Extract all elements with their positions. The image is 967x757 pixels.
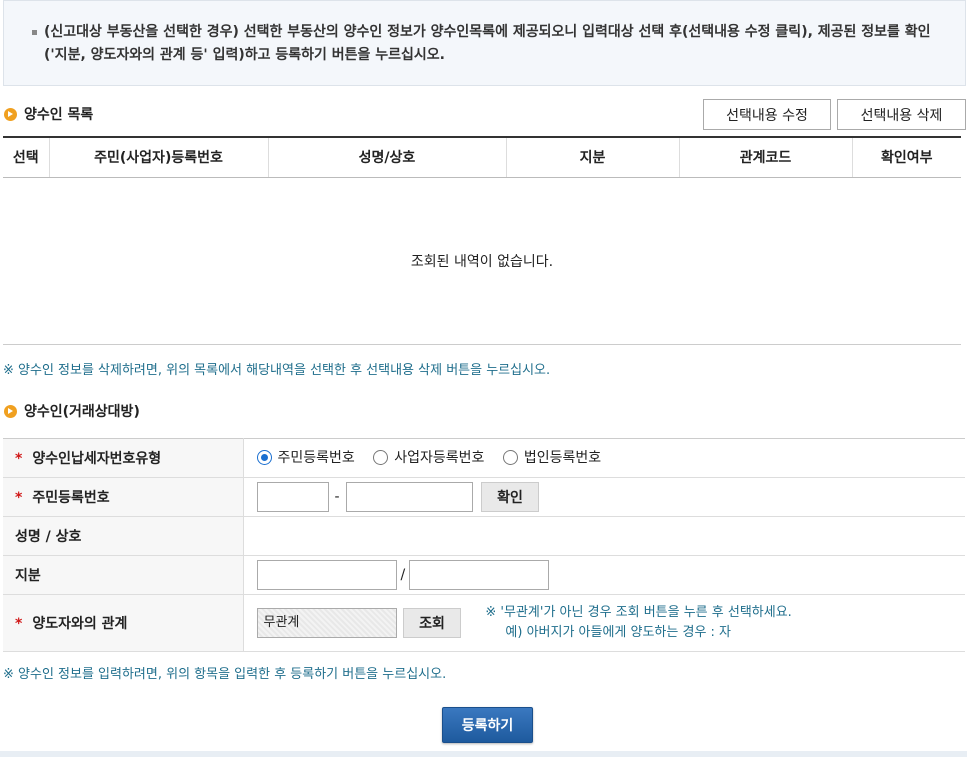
arrow-circle-icon bbox=[4, 404, 17, 418]
slash-separator: / bbox=[400, 567, 406, 583]
notice-text: (신고대상 부동산을 선택한 경우) 선택한 부동산의 양수인 정보가 양수인목… bbox=[44, 24, 931, 63]
input-note: ※ 양수인 정보를 입력하려면, 위의 항목을 입력한 후 등록하기 버튼을 누… bbox=[3, 667, 447, 682]
bullet-icon bbox=[32, 30, 37, 35]
col-confirmed: 확인여부 bbox=[851, 137, 961, 178]
relation-hint: ※ '무관계'가 아닌 경우 조회 버튼을 누른 후 선택하세요. 예) 아버지… bbox=[485, 605, 792, 640]
form-title: 양수인(거래상대방) bbox=[24, 404, 140, 420]
transferee-list-table: 선택 주민(사업자)등록번호 성명/상호 지분 관계코드 확인여부 bbox=[3, 136, 961, 178]
notice-box: (신고대상 부동산을 선택한 경우) 선택한 부동산의 양수인 정보가 양수인목… bbox=[3, 0, 966, 86]
col-share: 지분 bbox=[505, 137, 679, 178]
delete-note: ※ 양수인 정보를 삭제하려면, 위의 목록에서 해당내역을 선택한 후 선택내… bbox=[3, 363, 551, 378]
radio-unchecked-icon[interactable] bbox=[502, 449, 518, 465]
row-taxpayer-type: * 양수인납세자번호유형 주민등록번호 사업자등록번호 법인등록번호 bbox=[3, 438, 965, 478]
radio-unchecked-icon[interactable] bbox=[373, 449, 389, 465]
required-mark: * bbox=[15, 490, 23, 506]
name-value bbox=[243, 516, 965, 556]
row-name: 성명 / 상호 bbox=[3, 516, 965, 556]
radio-corporation[interactable]: 법인등록번호 bbox=[502, 447, 601, 467]
row-share: 지분 / bbox=[3, 555, 965, 595]
required-mark: * bbox=[15, 451, 23, 467]
row-relation: * 양도자와의 관계 무관계 조회 ※ '무관계'가 아닌 경우 조회 버튼을 누… bbox=[3, 594, 965, 652]
transferee-form: * 양수인납세자번호유형 주민등록번호 사업자등록번호 법인등록번호 * 주민등록번… bbox=[3, 438, 965, 652]
share-label: 지분 bbox=[15, 568, 41, 584]
list-section-title: 양수인 목록 bbox=[4, 104, 93, 124]
register-button[interactable]: 등록하기 bbox=[442, 707, 533, 743]
radio-business[interactable]: 사업자등록번호 bbox=[373, 447, 484, 467]
resident-no-front-input[interactable] bbox=[256, 482, 329, 512]
confirm-button[interactable]: 확인 bbox=[481, 482, 540, 512]
name-label: 성명 / 상호 bbox=[15, 529, 82, 545]
col-name: 성명/상호 bbox=[267, 137, 506, 178]
bottom-bar bbox=[0, 751, 967, 757]
radio-checked-icon[interactable] bbox=[256, 449, 272, 465]
hyphen-separator: - bbox=[334, 489, 340, 505]
resident-no-back-input[interactable] bbox=[345, 482, 473, 512]
lookup-button[interactable]: 조회 bbox=[402, 608, 461, 638]
relation-label: 양도자와의 관계 bbox=[32, 616, 128, 632]
row-resident-no: * 주민등록번호 - 확인 bbox=[3, 477, 965, 517]
table-header-row: 선택 주민(사업자)등록번호 성명/상호 지분 관계코드 확인여부 bbox=[3, 137, 961, 178]
arrow-circle-icon bbox=[4, 107, 17, 121]
col-select: 선택 bbox=[3, 137, 49, 178]
resident-no-label: 주민등록번호 bbox=[32, 490, 110, 506]
edit-selected-button[interactable]: 선택내용 수정 bbox=[703, 99, 831, 130]
required-mark: * bbox=[15, 616, 23, 632]
form-section-title: 양수인(거래상대방) bbox=[4, 401, 140, 421]
col-reg-no: 주민(사업자)등록번호 bbox=[48, 137, 268, 178]
radio-resident[interactable]: 주민등록번호 bbox=[256, 447, 355, 467]
delete-selected-button[interactable]: 선택내용 삭제 bbox=[837, 99, 966, 130]
share-numerator-input[interactable] bbox=[256, 560, 397, 590]
relation-input[interactable]: 무관계 bbox=[256, 608, 397, 638]
col-relation-code: 관계코드 bbox=[678, 137, 852, 178]
list-title: 양수인 목록 bbox=[24, 107, 94, 123]
share-denominator-input[interactable] bbox=[409, 560, 550, 590]
empty-list-message: 조회된 내역이 없습니다. bbox=[3, 177, 961, 345]
taxpayer-type-label: 양수인납세자번호유형 bbox=[32, 451, 162, 467]
